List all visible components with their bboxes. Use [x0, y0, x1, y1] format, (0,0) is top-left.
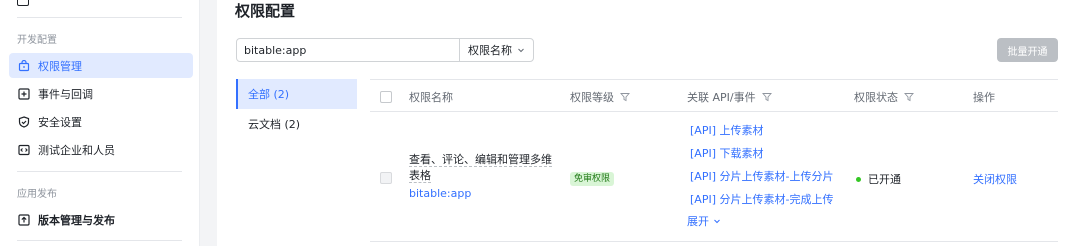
permission-name-line: 查看、评论、编辑和管理多维 — [409, 153, 552, 167]
api-link[interactable]: [API] 分片上传素材-完成上传 — [690, 188, 833, 211]
column-header-label: 关联 API/事件 — [687, 90, 756, 104]
select-all-cell — [380, 80, 392, 113]
sidebar-item-label: 权限管理 — [38, 59, 82, 73]
search-input[interactable]: bitable:app — [236, 38, 460, 62]
sidebar-item-label: 事件与回调 — [38, 87, 93, 101]
table-header: 权限名称 权限等级 关联 API/事件 权限状态 操作 — [370, 79, 1058, 112]
table-row: 查看、评论、编辑和管理多维 表格 bitable:app 免审权限 [API] … — [370, 112, 1058, 242]
column-header-level[interactable]: 权限等级 — [570, 80, 630, 113]
upload-icon — [18, 213, 30, 226]
sidebar-divider — [17, 240, 182, 241]
api-list: [API] 上传素材 [API] 下载素材 [API] 分片上传素材-上传分片 … — [687, 119, 833, 229]
filter-icon — [620, 92, 630, 101]
expand-label: 展开 — [687, 215, 709, 228]
select-all-checkbox[interactable] — [380, 90, 392, 103]
shield-icon — [18, 115, 30, 128]
sidebar-item-label: 版本管理与发布 — [38, 213, 115, 227]
sidebar-item-partial[interactable] — [17, 0, 37, 7]
app-icon — [17, 0, 29, 6]
column-header-label: 权限状态 — [854, 90, 898, 104]
sidebar-item-label: 安全设置 — [38, 115, 82, 129]
status-dot — [856, 176, 861, 182]
column-header-action: 操作 — [973, 90, 995, 104]
permission-icon — [18, 59, 30, 72]
permission-name[interactable]: 查看、评论、编辑和管理多维 表格 — [409, 152, 554, 184]
sidebar-item-events[interactable]: 事件与回调 — [9, 81, 193, 106]
api-link[interactable]: [API] 上传素材 — [690, 119, 833, 142]
sidebar: 开发配置 权限管理 事件与回调 安全设置 测试企业和人员 应用发布 版本管理与发… — [0, 0, 200, 246]
category-list: 全部 (2) 云文档 (2) — [236, 79, 357, 139]
permissions-card: 权限配置 bitable:app 权限名称 批量开通 全部 (2) 云文档 (2… — [217, 0, 1080, 246]
sidebar-group-title: 应用发布 — [17, 189, 57, 200]
expand-button[interactable]: 展开 — [687, 213, 833, 229]
chevron-down-icon — [714, 219, 720, 224]
sidebar-item-test-users[interactable]: 测试企业和人员 — [9, 137, 193, 162]
sidebar-group-title: 开发配置 — [17, 35, 57, 46]
search-field-select[interactable]: 权限名称 — [459, 38, 534, 62]
column-header-status[interactable]: 权限状态 — [854, 80, 914, 113]
permission-level-cell: 免审权限 — [570, 171, 615, 186]
category-all[interactable]: 全部 (2) — [236, 79, 357, 109]
row-checkbox[interactable] — [380, 172, 392, 184]
column-header-api[interactable]: 关联 API/事件 — [687, 80, 772, 113]
permission-code: bitable:app — [409, 187, 472, 200]
page-title: 权限配置 — [235, 2, 296, 20]
sidebar-divider — [17, 171, 182, 172]
api-link[interactable]: [API] 分片上传素材-上传分片 — [690, 165, 833, 188]
sidebar-item-label: 测试企业和人员 — [38, 143, 115, 157]
chevron-down-icon — [517, 44, 525, 57]
level-badge: 免审权限 — [570, 172, 615, 186]
permissions-table: 权限名称 权限等级 关联 API/事件 权限状态 操作 查看、评论、编辑和管理多… — [370, 79, 1058, 242]
api-link[interactable]: [API] 下载素材 — [690, 142, 833, 165]
disable-permission-link[interactable]: 关闭权限 — [973, 171, 1017, 187]
sidebar-item-security[interactable]: 安全设置 — [9, 109, 193, 134]
filter-icon — [761, 92, 772, 101]
event-icon — [18, 87, 30, 100]
column-header-name: 权限名称 — [409, 90, 453, 104]
permission-name-line: 表格 — [409, 169, 431, 183]
sidebar-divider — [17, 17, 182, 18]
test-icon — [18, 144, 30, 156]
status-text: 已开通 — [868, 173, 901, 186]
permission-name-cell: 查看、评论、编辑和管理多维 表格 bitable:app — [409, 152, 554, 200]
main-area: 权限配置 bitable:app 权限名称 批量开通 全部 (2) 云文档 (2… — [200, 0, 1080, 246]
sidebar-item-permissions[interactable]: 权限管理 — [9, 53, 193, 78]
sidebar-item-versions[interactable]: 版本管理与发布 — [9, 207, 193, 232]
filter-icon — [904, 92, 914, 101]
permission-status: 已开通 — [856, 171, 901, 187]
search-field-label: 权限名称 — [468, 44, 512, 57]
column-header-label: 权限等级 — [570, 90, 614, 104]
category-cloud-docs[interactable]: 云文档 (2) — [236, 109, 357, 139]
batch-enable-button[interactable]: 批量开通 — [997, 38, 1058, 62]
